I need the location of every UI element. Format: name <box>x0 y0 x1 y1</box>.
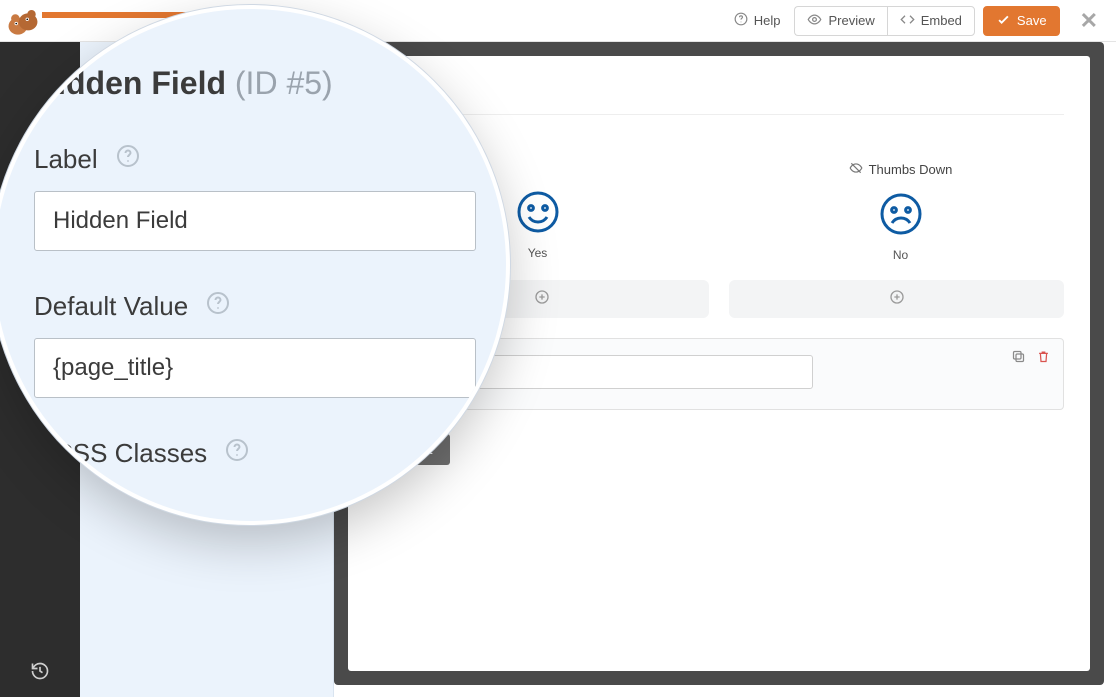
frown-icon <box>879 192 923 236</box>
check-icon <box>996 12 1011 30</box>
label-field-label: Label <box>34 144 476 175</box>
smile-icon <box>516 190 560 234</box>
code-icon <box>900 12 915 30</box>
hidden-eye-icon <box>849 161 863 178</box>
embed-button[interactable]: Embed <box>887 6 975 36</box>
save-button[interactable]: Save <box>983 6 1060 36</box>
help-link[interactable]: Help <box>734 12 781 29</box>
help-label: Help <box>754 13 781 28</box>
help-tooltip-icon[interactable] <box>225 438 249 469</box>
default-value-label: Default Value <box>34 291 476 322</box>
label-field-label-text: Label <box>34 144 98 175</box>
css-classes-label-text: CSS Classes <box>54 438 207 469</box>
panel-title-text: Hidden Field <box>34 65 226 101</box>
rating-caption-no: No <box>893 248 908 262</box>
css-classes-label: CSS Classes <box>54 438 476 469</box>
magnifier-overlay: Hidden Field (ID #5) Label Default Value… <box>0 5 510 525</box>
history-button[interactable] <box>0 649 80 697</box>
preview-embed-group: Preview Embed <box>794 6 974 36</box>
hidden-field-actions <box>1011 349 1051 369</box>
help-tooltip-icon[interactable] <box>116 144 140 175</box>
rating-title-no: Thumbs Down <box>849 161 953 178</box>
add-choice-right[interactable] <box>729 280 1064 318</box>
rating-caption-yes: Yes <box>528 246 548 260</box>
plus-icon <box>889 289 905 310</box>
save-label: Save <box>1017 13 1047 28</box>
duplicate-icon[interactable] <box>1011 349 1026 369</box>
panel-title-id: (ID #5) <box>235 65 333 101</box>
close-icon[interactable]: ✕ <box>1080 8 1098 34</box>
eye-icon <box>807 12 822 30</box>
app-logo <box>6 4 40 38</box>
default-value-label-text: Default Value <box>34 291 188 322</box>
rating-title-no-text: Thumbs Down <box>869 162 953 177</box>
help-tooltip-icon[interactable] <box>206 291 230 322</box>
trash-icon[interactable] <box>1036 349 1051 369</box>
preview-label: Preview <box>828 13 874 28</box>
rating-card-no[interactable]: Thumbs Down No <box>737 161 1064 262</box>
help-icon <box>734 12 748 29</box>
history-icon <box>30 661 50 686</box>
embed-label: Embed <box>921 13 962 28</box>
panel-title: Hidden Field (ID #5) <box>34 65 476 102</box>
default-value-input[interactable] <box>34 338 476 398</box>
preview-button[interactable]: Preview <box>794 6 886 36</box>
label-input[interactable] <box>34 191 476 251</box>
plus-icon <box>534 289 550 310</box>
form-divider <box>374 114 1064 115</box>
